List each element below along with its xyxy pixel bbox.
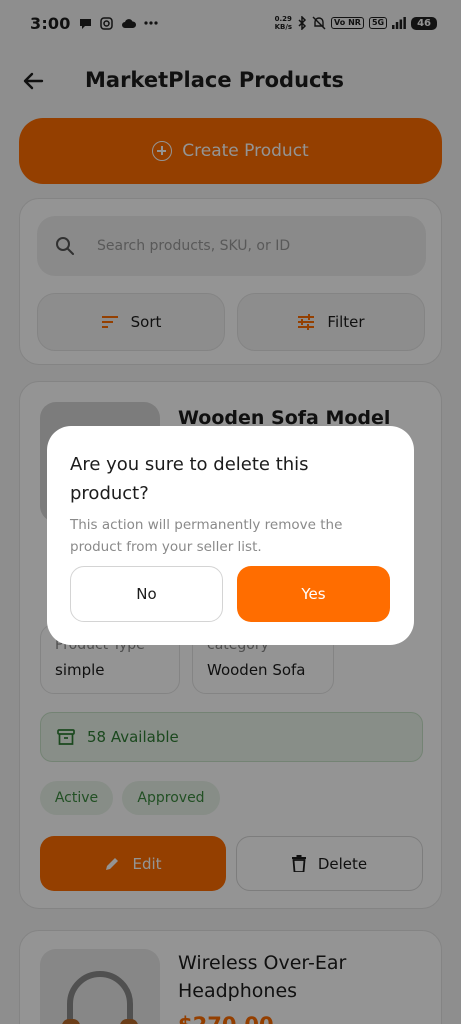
yes-button[interactable]: Yes <box>237 566 390 622</box>
delete-confirm-dialog: Are you sure to delete this product? Thi… <box>47 426 414 645</box>
dialog-title: Are you sure to delete this product? <box>70 454 309 504</box>
dialog-message: This action will permanently remove the … <box>70 517 343 555</box>
no-button[interactable]: No <box>70 566 223 622</box>
